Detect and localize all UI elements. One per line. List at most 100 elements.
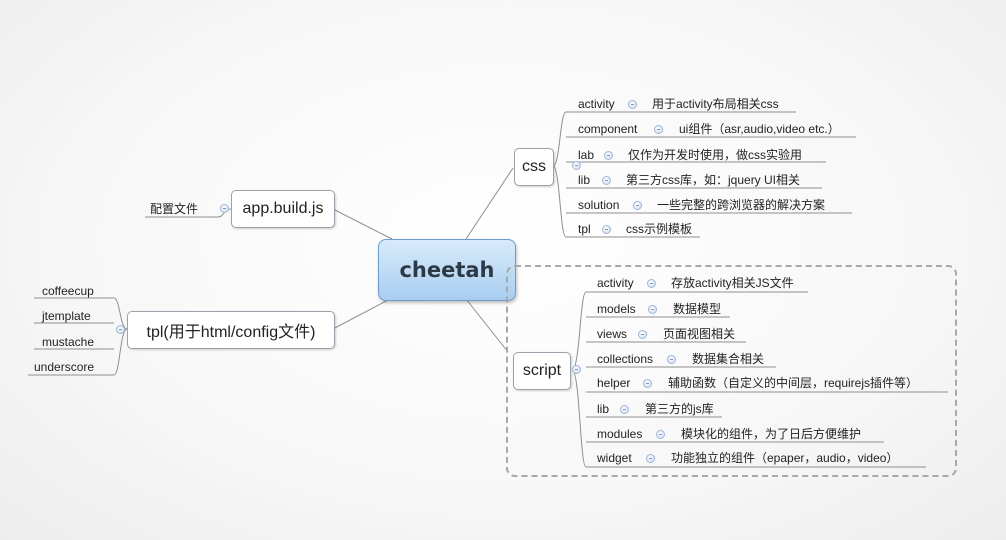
leaf-desc: 功能独立的组件（epaper，audio，video）	[671, 451, 899, 465]
leaf-script-modules-desc: 模块化的组件，为了日后方便维护	[681, 427, 861, 441]
leaf-css-lab-desc: 仅作为开发时使用，做css实验用	[628, 148, 802, 162]
leaf-script-lib[interactable]: lib	[597, 402, 609, 416]
leaf-name: modules	[597, 427, 643, 441]
leaf-css-activity-desc: 用于activity布局相关css	[652, 97, 779, 111]
leaf-text: underscore	[34, 360, 95, 374]
css-branch-curve	[552, 111, 567, 167]
root-to-appbuild-line	[332, 208, 393, 240]
collapse-icon[interactable]	[646, 454, 655, 463]
leaf-script-activity-desc: 存放activity相关JS文件	[671, 276, 794, 290]
collapse-icon[interactable]	[643, 379, 652, 388]
leaf-tpl-coffeecup[interactable]: coffeecup	[42, 284, 94, 298]
leaf-desc: ui组件（asr,audio,video etc.）	[679, 122, 840, 136]
leaf-script-modules[interactable]: modules	[597, 427, 642, 441]
root-to-css-line	[465, 167, 514, 240]
leaf-script-models[interactable]: models	[597, 302, 636, 316]
leaf-script-collections-desc: 数据集合相关	[692, 352, 764, 366]
leaf-name: widget	[597, 451, 632, 465]
leaf-script-activity[interactable]: activity	[597, 276, 634, 290]
leaf-script-widget[interactable]: widget	[597, 451, 632, 465]
leaf-name: models	[597, 302, 636, 316]
leaf-appbuild-config[interactable]: 配置文件	[150, 202, 198, 216]
collapse-icon[interactable]	[648, 305, 657, 314]
collapse-icon[interactable]	[572, 161, 581, 170]
leaf-text: jtemplate	[42, 309, 91, 323]
leaf-script-widget-desc: 功能独立的组件（epaper，audio，video）	[671, 451, 898, 465]
leaf-css-solution-desc: 一些完整的跨浏览器的解决方案	[657, 198, 825, 212]
leaf-name: views	[597, 327, 628, 341]
leaf-name: lib	[597, 402, 610, 416]
leaf-desc: 第三方的js库	[645, 402, 714, 416]
leaf-name: lib	[578, 173, 591, 187]
collapse-icon[interactable]	[572, 365, 581, 374]
collapse-icon[interactable]	[602, 225, 611, 234]
leaf-desc: 用于activity布局相关css	[652, 97, 779, 111]
leaf-script-views[interactable]: views	[597, 327, 627, 341]
leaf-tpl-mustache[interactable]: mustache	[42, 335, 94, 349]
css-branch-curve	[552, 165, 567, 238]
root-topic[interactable]: cheetah	[378, 239, 516, 301]
tpl-branch-curve	[113, 328, 128, 376]
leaf-tpl-underscore[interactable]: underscore	[34, 360, 94, 374]
leaf-css-component[interactable]: component	[578, 122, 637, 136]
topic-script[interactable]: script	[513, 352, 571, 390]
leaf-css-activity[interactable]: activity	[578, 97, 615, 111]
leaf-desc: css示例模板	[626, 222, 693, 236]
leaf-css-component-desc: ui组件（asr,audio,video etc.）	[679, 122, 840, 136]
leaf-desc: 辅助函数（自定义的中间层，requirejs插件等）	[668, 376, 919, 390]
leaf-name: helper	[597, 376, 631, 390]
topic-tpl[interactable]: tpl(用于html/config文件)	[127, 311, 335, 349]
collapse-icon[interactable]	[604, 151, 613, 160]
collapse-icon[interactable]	[633, 201, 642, 210]
collapse-icon[interactable]	[116, 325, 125, 334]
topic-script-label: script	[522, 362, 562, 379]
collapse-icon[interactable]	[620, 405, 629, 414]
leaf-desc: 页面视图相关	[663, 327, 736, 341]
collapse-icon[interactable]	[647, 279, 656, 288]
leaf-name: collections	[597, 352, 654, 366]
leaf-css-lib[interactable]: lib	[578, 173, 590, 187]
leaf-desc: 模块化的组件，为了日后方便维护	[681, 427, 862, 441]
leaf-script-models-desc: 数据模型	[673, 302, 721, 316]
leaf-script-helper-desc: 辅助函数（自定义的中间层，requirejs插件等）	[668, 376, 918, 390]
leaf-name: activity	[578, 97, 615, 111]
leaf-name: lab	[578, 148, 595, 162]
topic-tpl-label: tpl(用于html/config文件)	[146, 324, 316, 341]
leaf-css-lab[interactable]: lab	[578, 148, 594, 162]
leaf-desc: 存放activity相关JS文件	[671, 276, 794, 290]
topic-css[interactable]: css	[514, 148, 554, 186]
collapse-icon[interactable]	[628, 100, 637, 109]
leaf-css-solution[interactable]: solution	[578, 198, 619, 212]
leaf-desc: 数据集合相关	[692, 352, 765, 366]
root-to-script-line	[465, 298, 509, 353]
root-to-tpl-line	[332, 298, 391, 330]
topic-app-build[interactable]: app.build.js	[231, 190, 335, 228]
leaf-css-tpl-desc: css示例模板	[626, 222, 692, 236]
leaf-name: tpl	[578, 222, 591, 236]
topic-app-build-label: app.build.js	[242, 200, 324, 217]
leaf-desc: 仅作为开发时使用，做css实验用	[628, 148, 803, 162]
collapse-icon[interactable]	[654, 125, 663, 134]
leaf-css-tpl[interactable]: tpl	[578, 222, 591, 236]
collapse-icon[interactable]	[667, 355, 676, 364]
leaf-name: component	[578, 122, 638, 136]
leaf-desc: 数据模型	[673, 302, 722, 316]
leaf-text: 配置文件	[150, 202, 199, 216]
leaf-text: coffeecup	[42, 284, 94, 298]
root-label: cheetah	[399, 258, 495, 282]
collapse-icon[interactable]	[638, 330, 647, 339]
leaf-desc: 第三方css库，如：jquery UI相关	[626, 173, 801, 187]
leaf-script-views-desc: 页面视图相关	[663, 327, 735, 341]
collapse-icon[interactable]	[602, 176, 611, 185]
leaf-tpl-jtemplate[interactable]: jtemplate	[42, 309, 91, 323]
leaf-name: activity	[597, 276, 634, 290]
leaf-script-helper[interactable]: helper	[597, 376, 630, 390]
collapse-icon[interactable]	[220, 204, 229, 213]
leaf-desc: 一些完整的跨浏览器的解决方案	[657, 198, 826, 212]
topic-css-label: css	[522, 158, 546, 175]
collapse-icon[interactable]	[656, 430, 665, 439]
leaf-script-lib-desc: 第三方的js库	[645, 402, 714, 416]
leaf-css-lib-desc: 第三方css库，如：jquery UI相关	[626, 173, 800, 187]
leaf-text: mustache	[42, 335, 95, 349]
leaf-script-collections[interactable]: collections	[597, 352, 653, 366]
